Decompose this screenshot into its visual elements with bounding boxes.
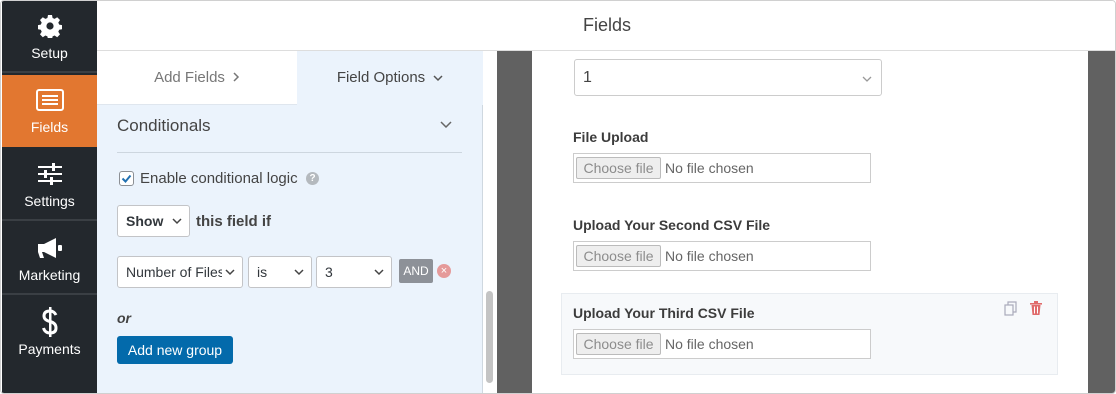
file-status-text: No file chosen	[665, 160, 754, 176]
builder-header: Fields	[97, 1, 1115, 51]
field-label: Upload Your Third CSV File	[573, 305, 755, 321]
page-title: Fields	[582, 15, 631, 35]
choose-file-button[interactable]: Choose file	[576, 245, 661, 267]
gear-icon	[2, 13, 97, 39]
chevron-right-icon	[233, 51, 240, 105]
choose-file-button[interactable]: Choose file	[576, 333, 661, 355]
nav-item-marketing[interactable]: Marketing	[2, 223, 97, 295]
enable-conditional-logic-label: Enable conditional logic	[140, 170, 298, 187]
chevron-down-icon	[294, 269, 304, 276]
tab-field-options[interactable]: Field Options	[297, 51, 483, 105]
or-label: or	[117, 310, 131, 326]
help-icon[interactable]: ?	[306, 172, 319, 185]
nav-item-setup[interactable]: Setup	[2, 1, 97, 73]
enable-conditional-logic-checkbox[interactable]	[119, 171, 134, 186]
action-select-value: Show	[126, 213, 164, 229]
add-new-group-button[interactable]: Add new group	[117, 336, 233, 364]
chevron-down-icon	[433, 51, 443, 105]
rule-value-value: 3	[325, 264, 333, 280]
action-suffix-text: this field if	[196, 213, 271, 230]
nav-label: Marketing	[18, 267, 81, 283]
nav-label: Fields	[30, 119, 69, 135]
trash-icon[interactable]	[1030, 301, 1044, 316]
section-title: Conditionals	[117, 116, 211, 135]
and-rule-button[interactable]: AND	[399, 259, 433, 283]
form-preview: 1 File Upload Choose file No file chosen…	[532, 51, 1088, 393]
nav-label: Setup	[31, 45, 68, 61]
duplicate-icon[interactable]	[1004, 301, 1018, 316]
list-icon	[2, 87, 97, 113]
sliders-icon	[2, 161, 97, 187]
field-options-panel: Add Fields Field Options Conditionals En…	[97, 51, 493, 393]
checkmark-icon	[121, 174, 132, 183]
megaphone-icon	[2, 235, 97, 261]
chevron-down-icon	[225, 269, 235, 276]
chevron-down-icon	[374, 269, 384, 276]
chevron-down-icon	[172, 218, 182, 225]
panel-tabs: Add Fields Field Options	[97, 51, 483, 105]
divider	[117, 152, 462, 153]
rule-operator-select[interactable]: is	[248, 256, 312, 288]
chevron-down-icon	[862, 76, 872, 82]
field-label: File Upload	[573, 129, 649, 145]
choose-file-button[interactable]: Choose file	[576, 157, 661, 179]
number-of-files-select[interactable]: 1	[574, 59, 882, 96]
nav-item-payments[interactable]: Payments	[2, 297, 97, 369]
file-upload-input[interactable]: Choose file No file chosen	[573, 241, 871, 271]
panel-scrollbar-thumb[interactable]	[486, 291, 493, 383]
dollar-icon	[2, 307, 97, 337]
rule-value-select[interactable]: 3	[316, 256, 392, 288]
nav-item-settings[interactable]: Settings	[2, 149, 97, 221]
rule-operator-value: is	[257, 264, 268, 280]
section-collapse-toggle[interactable]	[440, 116, 456, 132]
action-select[interactable]: Show	[117, 205, 190, 237]
tab-label: Add Fields	[154, 69, 225, 86]
chevron-down-icon	[440, 121, 452, 129]
file-status-text: No file chosen	[665, 248, 754, 264]
number-of-files-value: 1	[583, 69, 592, 86]
form-builder-window: Setup Fields Settings Marketing Payments	[0, 0, 1116, 394]
field-label: Upload Your Second CSV File	[573, 217, 771, 233]
tab-add-fields[interactable]: Add Fields	[97, 51, 297, 105]
tab-label: Field Options	[336, 69, 426, 86]
remove-rule-icon[interactable]: ×	[437, 264, 451, 278]
nav-label: Settings	[24, 193, 75, 209]
file-upload-input[interactable]: Choose file No file chosen	[573, 329, 871, 359]
builder-sidebar: Setup Fields Settings Marketing Payments	[2, 1, 97, 393]
nav-item-fields[interactable]: Fields	[2, 75, 97, 147]
rule-field-value: Number of Files	[126, 264, 222, 280]
rule-field-select[interactable]: Number of Files	[117, 256, 243, 288]
file-status-text: No file chosen	[665, 336, 754, 352]
file-upload-input[interactable]: Choose file No file chosen	[573, 153, 871, 183]
nav-label: Payments	[18, 341, 81, 357]
